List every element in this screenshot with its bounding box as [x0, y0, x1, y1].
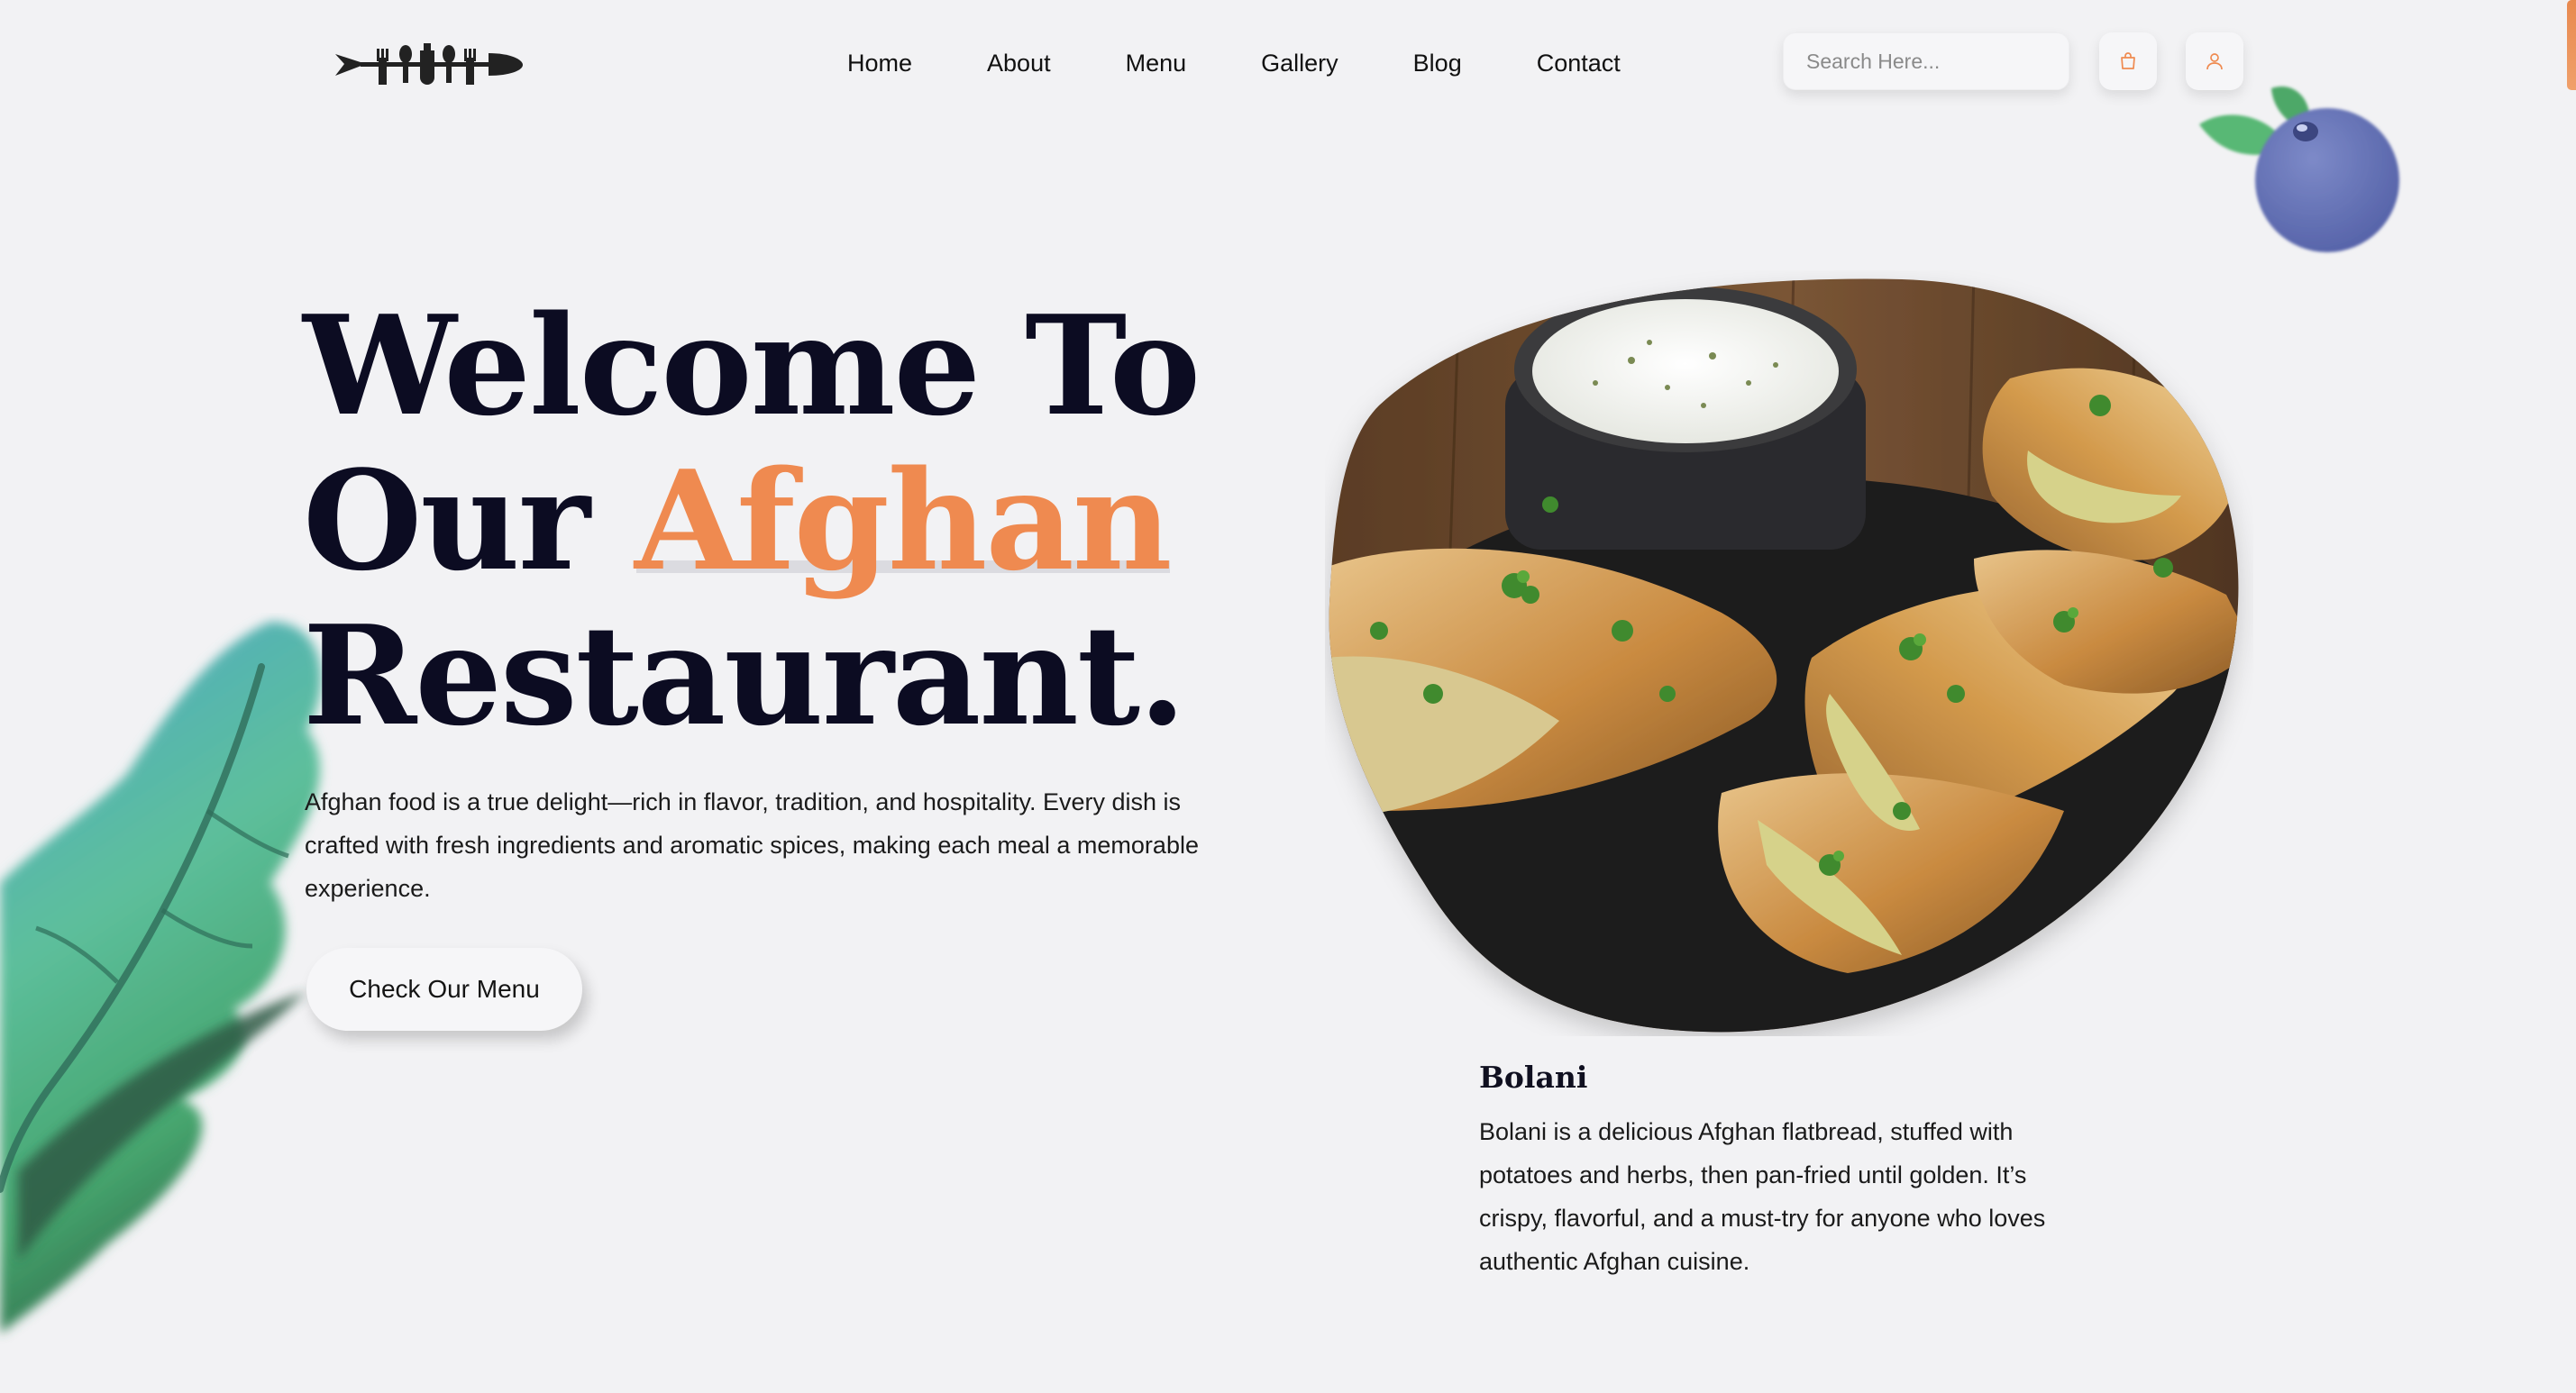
dish-description: Bolani is a delicious Afghan flatbread, …: [1479, 1118, 2046, 1275]
scrollbar-thumb[interactable]: [2567, 0, 2576, 90]
hero-title-line-1: Welcome To: [303, 285, 1201, 446]
nav-about[interactable]: About: [987, 43, 1051, 83]
hero-title-prefix: Our: [303, 440, 590, 601]
dish-title: Bolani: [1479, 1060, 1588, 1095]
hero-title-accent: Afghan: [634, 440, 1172, 601]
hero-title-line-3: Restaurant.: [303, 595, 1186, 756]
search-box: [1783, 32, 2075, 90]
hero-description: Afghan food is a true delight—rich in fl…: [305, 788, 1199, 902]
logo[interactable]: [333, 38, 525, 90]
bolani-image: [1329, 278, 2239, 1033]
hero-title: Welcome To Our Afghan Restaurant.: [303, 285, 1201, 756]
nav-contact[interactable]: Contact: [1537, 43, 1621, 83]
hero-title-line-2: Our Afghan: [303, 443, 1199, 598]
cart-button[interactable]: [2099, 32, 2157, 90]
shopping-bag-icon: [2121, 52, 2135, 69]
nav-gallery[interactable]: Gallery: [1261, 43, 1338, 83]
check-menu-button[interactable]: Check Our Menu: [306, 948, 582, 1031]
blueberry-decoration: [2199, 86, 2399, 252]
nav-blog[interactable]: Blog: [1413, 43, 1462, 83]
search-input[interactable]: [1804, 48, 2075, 75]
nav-menu[interactable]: Menu: [1126, 43, 1187, 83]
leaf-decoration: [0, 622, 322, 1334]
user-icon: [2206, 53, 2223, 70]
main-nav: Home About Menu Gallery Blog Contact: [847, 43, 1621, 83]
nav-home[interactable]: Home: [847, 43, 912, 83]
